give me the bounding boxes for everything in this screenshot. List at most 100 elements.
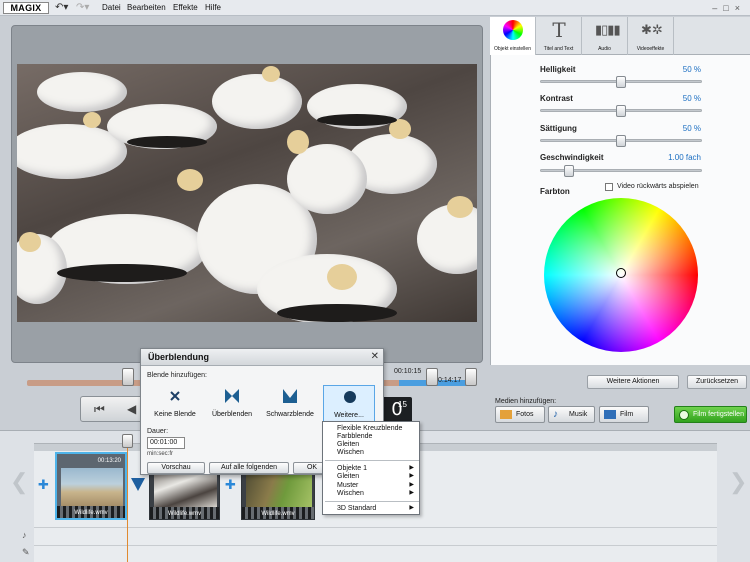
bird [37, 72, 127, 112]
timeline-clip-1[interactable]: 00:13:20 Wildlife.wmv [55, 452, 127, 520]
bird [212, 74, 302, 129]
add-photos-button[interactable]: Fotos [495, 406, 545, 423]
reverse-video-checkbox[interactable] [605, 183, 613, 191]
submenu-arrow-icon: ▶ [409, 473, 414, 479]
scroll-left-icon[interactable]: ❮ [10, 470, 28, 494]
bird-head [447, 196, 473, 218]
dialog-title: Überblendung [141, 349, 383, 366]
minimize-icon[interactable]: – [712, 3, 723, 13]
blend-option-crossfade[interactable]: Überblenden [206, 385, 258, 423]
window-controls[interactable]: –□× [712, 3, 746, 13]
no-transition-icon [170, 391, 180, 401]
contrast-label: Kontrast [540, 94, 573, 103]
audio-waveform-icon: ▮▯▮▮ [595, 22, 621, 37]
add-music-label: Musik [569, 411, 588, 418]
duration-input[interactable]: 00:01:00 [147, 437, 185, 449]
blend-option-none[interactable]: Keine Blende [149, 385, 201, 423]
comment-track-icon: ✎ [22, 547, 30, 557]
tab-objekt-einstellen[interactable]: Objekt einstellen [490, 17, 536, 55]
speed-slider-knob[interactable] [564, 165, 575, 177]
contrast-slider-knob[interactable] [616, 105, 626, 117]
bird-wing [277, 304, 397, 322]
add-film-label: Film [620, 411, 634, 418]
range-end-handle[interactable] [465, 368, 477, 386]
add-photos-label: Fotos [516, 411, 534, 418]
tab-audio[interactable]: ▮▯▮▮ Audio [582, 17, 628, 55]
bird-head [83, 112, 101, 128]
redo-icon[interactable]: ↷▾ [76, 2, 89, 14]
bird [287, 144, 367, 214]
timecode-display: 0 [382, 397, 412, 423]
bird-wing [57, 264, 187, 282]
duration-unit: min:sec:fr [147, 451, 174, 457]
brightness-slider-knob[interactable] [616, 76, 626, 88]
transition-marker-icon[interactable] [131, 478, 145, 491]
add-music-button[interactable]: ♪ Musik [548, 406, 595, 423]
add-blend-label: Blende hinzufügen: [147, 372, 207, 379]
apply-all-button[interactable]: Auf alle folgenden [209, 462, 289, 474]
color-wheel-cursor[interactable] [616, 268, 626, 278]
blend-option-black[interactable]: Schwarzblende [264, 385, 316, 423]
menu-effekte[interactable]: Effekte [173, 3, 198, 13]
time-position: 00:10:15 [394, 368, 422, 375]
bird-wing [317, 114, 397, 126]
fade-to-black-icon [283, 389, 297, 403]
brightness-label: Helligkeit [540, 65, 576, 74]
preview-button[interactable]: Vorschau [147, 462, 205, 474]
magix-logo: MAGIX [3, 2, 49, 14]
clip-duration: 00:13:20 [97, 458, 121, 464]
scroll-right-icon[interactable]: ❯ [729, 470, 747, 494]
add-transition-icon[interactable]: ✚ [225, 479, 236, 493]
add-media-label: Medien hinzufügen: [495, 398, 557, 405]
menu-hilfe[interactable]: Hilfe [205, 3, 221, 13]
close-icon[interactable]: ✕ [371, 350, 379, 364]
menu-item-wipe-sub[interactable]: Wischen ▶ [323, 489, 419, 498]
menu-datei[interactable]: Datei [102, 3, 121, 13]
tab-label: Audio [598, 46, 611, 52]
tab-videoeffekte[interactable]: ✱✲ Videoeffekte [628, 17, 674, 55]
menu-item-label: Muster [337, 482, 359, 489]
more-transitions-menu: Flexible Kreuzblende Farbblende Gleiten … [322, 421, 420, 515]
rewind-icon[interactable]: ◀ [127, 402, 136, 416]
video-effects-stars-icon: ✱✲ [641, 22, 663, 37]
menu-item-slide-sub[interactable]: Gleiten ▶ [323, 472, 419, 481]
reset-button[interactable]: Zurücksetzen [687, 375, 747, 389]
menu-separator [325, 460, 419, 461]
menu-bearbeiten[interactable]: Bearbeiten [127, 3, 166, 13]
contrast-value: 50 % [682, 94, 701, 103]
clip-name: Wildlife.wmv [74, 510, 108, 516]
hue-label: Farbton [540, 187, 570, 196]
add-transition-icon[interactable]: ✚ [38, 479, 49, 493]
add-film-button[interactable]: Film [599, 406, 649, 423]
duration-label: Dauer: [147, 428, 169, 435]
transport-controls: ⏮ ◀ [80, 396, 144, 422]
playhead-handle[interactable] [122, 434, 133, 448]
undo-icon[interactable]: ↶▾ [55, 2, 68, 14]
blend-option-label: Weitere... [334, 412, 364, 419]
tab-titel-text[interactable]: T Titel and Text [536, 17, 582, 55]
video-preview[interactable] [17, 64, 477, 322]
menu-item-wipe[interactable]: Wischen [323, 448, 419, 457]
blend-option-more[interactable]: Weitere... [323, 385, 375, 423]
audio-track-icon: ♪ [22, 530, 27, 540]
finish-film-button[interactable]: Film fertigstellen [674, 406, 747, 423]
bird-head [177, 169, 203, 191]
photos-icon [500, 410, 512, 419]
saturation-slider-knob[interactable] [616, 135, 626, 147]
blend-option-label: Keine Blende [154, 411, 196, 418]
speed-label: Geschwindigkeit [540, 153, 604, 162]
object-settings-panel: Helligkeit 50 % Kontrast 50 % Sättigung … [490, 55, 750, 365]
menu-item-3d-standard[interactable]: 3D Standard ▶ [323, 504, 419, 513]
finish-film-label: Film fertigstellen [693, 411, 744, 418]
range-start-handle[interactable] [122, 368, 134, 386]
submenu-arrow-icon: ▶ [409, 490, 414, 496]
timecode-frames: 15 [398, 400, 407, 409]
skip-back-icon[interactable]: ⏮ [94, 402, 105, 416]
playback-position-handle[interactable] [426, 368, 438, 386]
more-actions-button[interactable]: Weitere Aktionen [587, 375, 679, 389]
close-icon[interactable]: × [735, 3, 746, 13]
clip-name: Wildlife.wmv [167, 511, 202, 517]
maximize-icon[interactable]: □ [723, 3, 734, 13]
blend-option-label: Überblenden [211, 411, 253, 418]
reverse-video-label: Video rückwärts abspielen [617, 183, 699, 190]
